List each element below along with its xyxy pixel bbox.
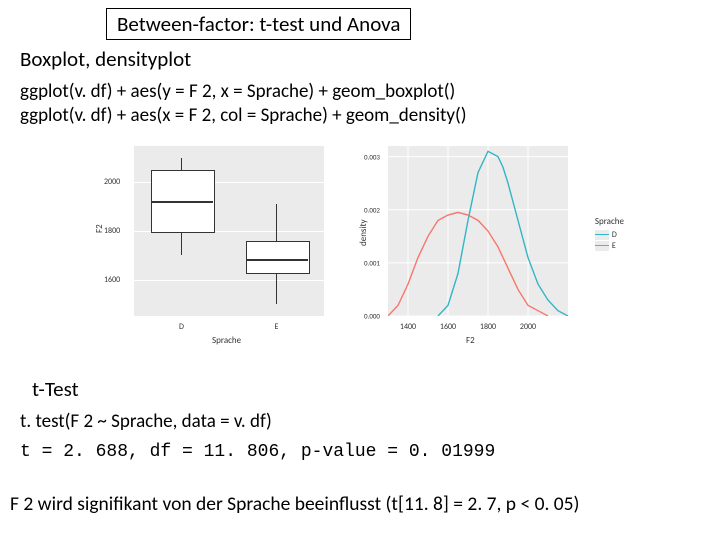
ttest-output: t = 2. 688, df = 11. 806, p-value = 0. 0… [20, 442, 495, 462]
density-lines [388, 146, 568, 316]
density-xtick: 2000 [520, 322, 536, 332]
density-ytick: 0.001 [364, 258, 380, 267]
legend-title: Sprache [595, 216, 624, 227]
charts-row: F2 160018002000 DE Sprache density 0.000… [92, 138, 628, 348]
boxplot-chart: F2 160018002000 DE Sprache [92, 138, 342, 348]
slide-title: Between-factor: t-test und Anova [106, 8, 411, 40]
density-ylabel: density [358, 219, 369, 246]
density-panel [388, 146, 568, 316]
density-xlabel: F2 [466, 335, 475, 346]
ttest-call: t. test(F 2 ~ Sprache, data = v. df) [20, 410, 272, 433]
boxplot-ytick: 1600 [104, 275, 120, 285]
density-ytick: 0.003 [364, 152, 380, 161]
density-chart: density 0.000 0.001 0.002 0.003 1400 1600 180… [354, 138, 628, 348]
ttest-heading: t-Test [32, 376, 79, 402]
code-line-2: ggplot(v. df) + aes(x = F 2, col = Sprac… [20, 104, 467, 128]
boxplot-xtick: E [275, 322, 279, 332]
legend-item-E: E [595, 241, 624, 251]
boxplot-ytick: 2000 [104, 177, 120, 187]
boxplot-xtick: D [179, 322, 184, 332]
code-block: ggplot(v. df) + aes(y = F 2, x = Sprache… [20, 80, 467, 128]
boxplot-panel [134, 146, 324, 316]
code-line-1: ggplot(v. df) + aes(y = F 2, x = Sprache… [20, 80, 467, 104]
density-ytick: 0.000 [364, 312, 380, 321]
box-E [246, 241, 310, 275]
boxplot-ytick: 1800 [104, 226, 120, 236]
density-xtick: 1600 [440, 322, 456, 332]
legend-item-D: D [595, 230, 624, 240]
subtitle: Boxplot, densityplot [20, 46, 191, 72]
density-ytick: 0.002 [364, 205, 380, 214]
slide: Between-factor: t-test und Anova Boxplot… [0, 0, 720, 540]
boxplot-xlabel: Sprache [212, 335, 241, 346]
conclusion-text: F 2 wird signifikant von der Sprache bee… [10, 492, 579, 516]
density-xtick: 1800 [480, 322, 496, 332]
density-xtick: 1400 [400, 322, 416, 332]
density-legend: Sprache DE [595, 216, 624, 252]
